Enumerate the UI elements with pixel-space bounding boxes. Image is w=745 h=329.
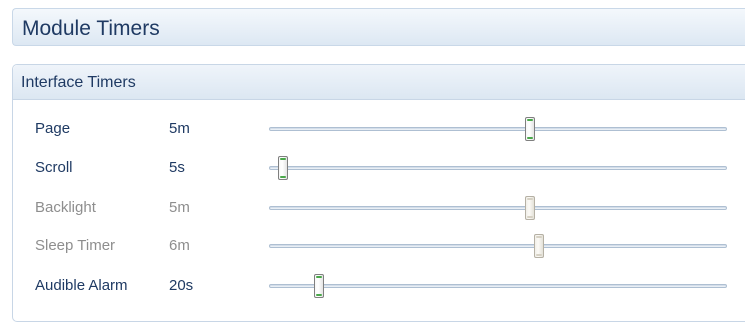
row-sleep-timer: Sleep Timer 6m: [13, 232, 745, 260]
module-timers-panel: Module Timers Interface Timers Page 5m S…: [0, 0, 745, 329]
page-slider-track[interactable]: [269, 127, 727, 131]
sleep-timer-slider[interactable]: [269, 232, 727, 260]
backlight-slider-track[interactable]: [269, 206, 727, 210]
scroll-value: 5s: [169, 159, 185, 176]
row-backlight: Backlight 5m: [13, 194, 745, 222]
group-header: Interface Timers: [13, 65, 745, 100]
sleep-timer-slider-track[interactable]: [269, 244, 727, 248]
group-title: Interface Timers: [21, 74, 136, 91]
page-label: Page: [35, 120, 71, 137]
sleep-timer-label: Sleep Timer: [35, 237, 116, 254]
audible-alarm-label: Audible Alarm: [35, 277, 128, 294]
audible-alarm-value: 20s: [169, 277, 194, 294]
page-title: Module Timers: [22, 17, 160, 40]
audible-alarm-slider-track[interactable]: [269, 284, 727, 288]
backlight-slider[interactable]: [269, 194, 727, 222]
page-slider[interactable]: [269, 115, 727, 143]
row-audible-alarm: Audible Alarm 20s: [13, 272, 745, 300]
sleep-timer-slider-thumb[interactable]: [534, 234, 545, 258]
interface-timers-group: Interface Timers Page 5m Scroll 5s Backl…: [12, 64, 745, 322]
title-bar: Module Timers: [12, 8, 745, 46]
scroll-label: Scroll: [35, 159, 73, 176]
sleep-timer-value: 6m: [169, 237, 190, 254]
backlight-slider-thumb[interactable]: [525, 196, 536, 220]
backlight-label: Backlight: [35, 199, 96, 216]
scroll-slider[interactable]: [269, 154, 727, 182]
scroll-slider-track[interactable]: [269, 166, 727, 170]
row-scroll: Scroll 5s: [13, 154, 745, 182]
audible-alarm-slider[interactable]: [269, 272, 727, 300]
row-page: Page 5m: [13, 115, 745, 143]
scroll-slider-thumb[interactable]: [277, 156, 288, 180]
backlight-value: 5m: [169, 199, 190, 216]
audible-alarm-slider-thumb[interactable]: [314, 274, 325, 298]
page-value: 5m: [169, 120, 190, 137]
page-slider-thumb[interactable]: [525, 117, 536, 141]
